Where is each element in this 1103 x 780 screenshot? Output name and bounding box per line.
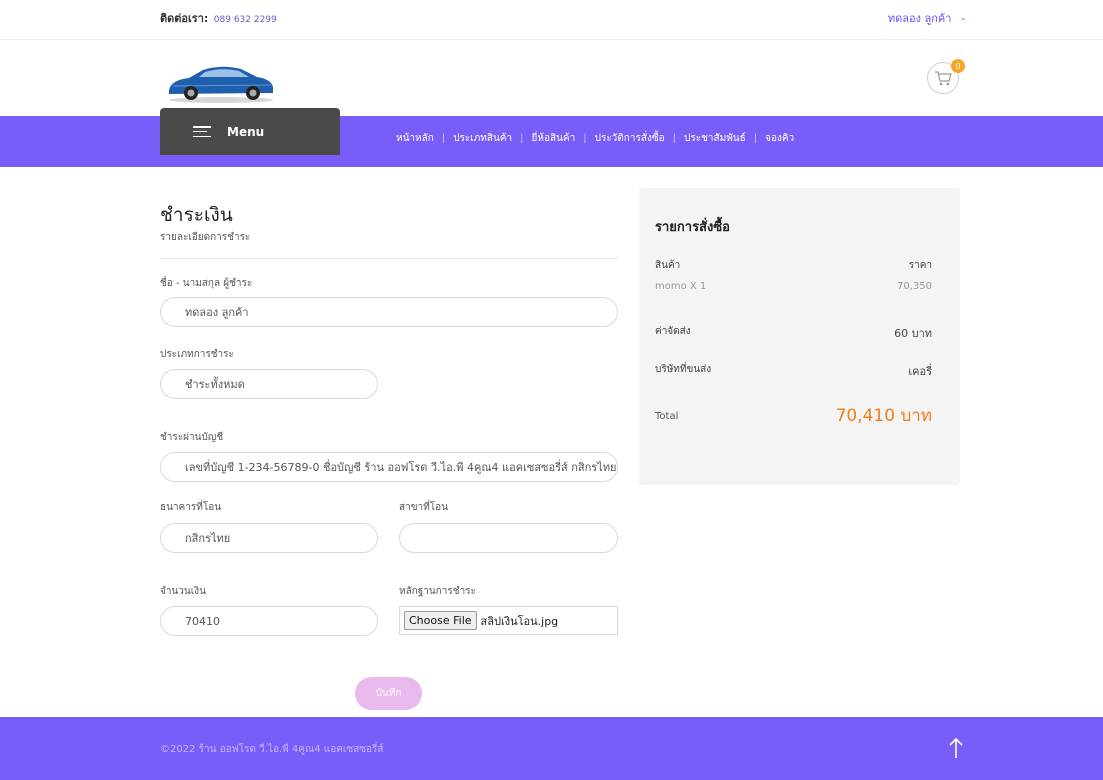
nav-item-categories[interactable]: ประเภทสินค้า: [445, 131, 520, 146]
contact-phone[interactable]: 089 632 2299: [214, 15, 277, 25]
menu-label: Menu: [227, 124, 265, 139]
file-name: สลิปเงินโอน.jpg: [480, 614, 559, 628]
divider: [160, 258, 618, 259]
account-label: ชำระผ่านบัญชี: [160, 432, 224, 443]
col-price: ราคา: [908, 260, 932, 271]
contact-label: ติดต่อเรา:: [160, 12, 209, 25]
item-price: 70,350: [897, 281, 932, 292]
summary-title: รายการสั่งซื้อ: [655, 220, 730, 235]
payment-type-input[interactable]: ชำระทั้งหมด: [160, 369, 378, 399]
summary-header-row: สินค้า ราคา: [655, 258, 932, 273]
bank-input[interactable]: กสิกรไทย: [160, 523, 378, 553]
branch-input[interactable]: [399, 523, 618, 553]
nav-item-booking[interactable]: จองคิว: [757, 131, 802, 146]
shipping-row: ค่าจัดส่ง 60 บาท: [655, 324, 932, 342]
nav-links: หน้าหลัก | ประเภทสินค้า | ยี่ห้อสินค้า |…: [388, 131, 802, 146]
page-title: ชำระเงิน: [160, 204, 233, 226]
item-name: momo X 1: [655, 281, 707, 292]
col-product: สินค้า: [655, 260, 681, 271]
top-bar: ติดต่อเรา: 089 632 2299 ทดลอง ลูกค้า ⌄: [0, 0, 1103, 40]
carrier-value: เคอรี่: [908, 365, 932, 378]
contact-info: ติดต่อเรา: 089 632 2299: [160, 9, 277, 27]
footer-copyright: ©2022 ร้าน ออฟโรด วี.ไอ.พี 4คูณ4 แอคเซสซ…: [160, 744, 384, 755]
account-input[interactable]: เลขที่บัญชี 1-234-56789-0 ชื่อบัญชี ร้าน…: [160, 452, 618, 482]
nav-item-brands[interactable]: ยี่ห้อสินค้า: [524, 131, 584, 146]
payment-type-label: ประเภทการชำระ: [160, 349, 234, 360]
total-label: Total: [655, 411, 679, 422]
payer-name-input[interactable]: ทดลอง ลูกค้า: [160, 297, 618, 327]
hamburger-icon: [193, 126, 211, 137]
chevron-down-icon[interactable]: ⌄: [959, 13, 967, 23]
carrier-row: บริษัทที่ขนส่ง เคอรี่: [655, 362, 932, 380]
carrier-label: บริษัทที่ขนส่ง: [655, 364, 712, 375]
branch-label: สาขาที่โอน: [399, 502, 448, 513]
nav-item-order-history[interactable]: ประวัติการสั่งซื้อ: [587, 131, 673, 146]
page-subtitle: รายละเอียดการชำระ: [160, 232, 251, 243]
summary-item-row: momo X 1 70,350: [655, 281, 932, 292]
save-button[interactable]: บันทึก: [355, 677, 422, 710]
arrow-up-icon[interactable]: [948, 737, 964, 759]
car-logo[interactable]: [165, 60, 277, 104]
nav-item-news[interactable]: ประชาสัมพันธ์: [676, 131, 754, 146]
footer: ©2022 ร้าน ออฟโรด วี.ไอ.พี 4คูณ4 แอคเซสซ…: [0, 717, 1103, 780]
bank-label: ธนาคารที่โอน: [160, 502, 222, 513]
proof-file-input[interactable]: Choose File สลิปเงินโอน.jpg: [399, 606, 618, 635]
amount-label: จำนวนเงิน: [160, 586, 206, 597]
nav-item-home[interactable]: หน้าหลัก: [388, 131, 442, 146]
shipping-value: 60 บาท: [894, 327, 932, 340]
amount-input[interactable]: 70410: [160, 606, 378, 636]
menu-button[interactable]: Menu: [160, 108, 340, 155]
user-name[interactable]: ทดลอง ลูกค้า: [888, 9, 952, 27]
proof-label: หลักฐานการชำระ: [399, 586, 476, 597]
cart-count-badge: 0: [951, 59, 965, 73]
choose-file-button[interactable]: Choose File: [404, 611, 477, 630]
shipping-label: ค่าจัดส่ง: [655, 326, 691, 337]
order-summary: รายการสั่งซื้อ สินค้า ราคา momo X 1 70,3…: [639, 188, 960, 485]
total-value: 70,410 บาท: [835, 406, 932, 426]
cart-icon: [935, 71, 952, 86]
user-menu[interactable]: ทดลอง ลูกค้า ⌄: [888, 9, 967, 27]
payer-name-label: ชื่อ - นามสกุล ผู้ชำระ: [160, 278, 253, 289]
